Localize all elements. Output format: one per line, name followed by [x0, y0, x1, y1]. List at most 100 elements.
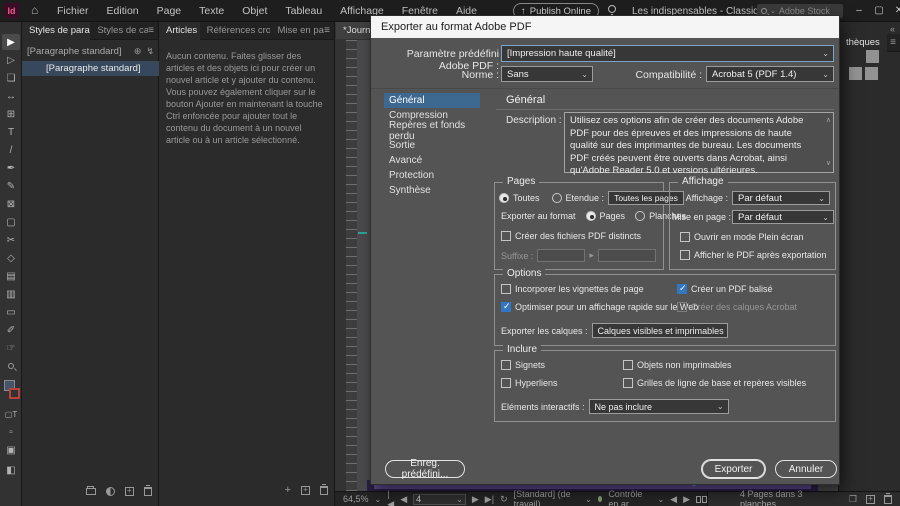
etendue-label[interactable]: Etendue :: [566, 193, 605, 203]
maximize-button[interactable]: ▢: [870, 0, 888, 20]
panel-menu-icon[interactable]: ≡: [148, 25, 154, 36]
content-collector-tool[interactable]: ⊞: [2, 106, 20, 122]
minimize-button[interactable]: –: [850, 0, 868, 20]
frame-tool[interactable]: ⊠: [2, 196, 20, 212]
type-tool[interactable]: T: [2, 124, 20, 140]
pages-radio-label[interactable]: Pages: [600, 211, 626, 221]
spread-view-icon[interactable]: [696, 495, 708, 503]
optimiser-web-checkbox[interactable]: [501, 301, 511, 312]
apply-none-icon[interactable]: ▫: [2, 424, 20, 440]
optimiser-web-label[interactable]: Optimiser pour un affichage rapide sur l…: [515, 302, 698, 312]
dialog-section-avance[interactable]: Avancé: [384, 153, 480, 168]
objets-non-imprimables-label[interactable]: Objets non imprimables: [637, 360, 732, 370]
first-page-button[interactable]: |◀: [387, 489, 394, 506]
direct-selection-tool[interactable]: ▷: [2, 52, 20, 68]
dialog-section-reperes[interactable]: Repères et fonds perdu: [384, 120, 480, 142]
panel-menu-icon[interactable]: ≡: [890, 37, 896, 48]
dialog-section-synthese[interactable]: Synthèse: [384, 183, 480, 198]
last-page-button[interactable]: ▶|: [485, 494, 494, 505]
preset-dropdown[interactable]: [Impression haute qualité] ⌄: [501, 45, 834, 62]
chevron-down-icon[interactable]: ⌄: [456, 495, 463, 504]
zoom-level[interactable]: 64,5%: [343, 494, 369, 504]
vignettes-checkbox[interactable]: [501, 284, 511, 294]
panel-menu-icon[interactable]: ≡: [324, 25, 330, 36]
signets-checkbox[interactable]: [501, 360, 511, 370]
objets-non-imprimables-checkbox[interactable]: [623, 360, 633, 370]
pdf-balise-checkbox[interactable]: [677, 283, 687, 294]
toutes-radio[interactable]: [499, 193, 509, 203]
library-thumbnail[interactable]: [849, 67, 862, 80]
trash-icon[interactable]: [320, 483, 328, 495]
note-tool[interactable]: ▭: [2, 304, 20, 320]
line-tool[interactable]: /: [2, 142, 20, 158]
trash-icon[interactable]: [884, 492, 892, 504]
pen-tool[interactable]: ✒: [2, 160, 20, 176]
hyperliens-checkbox[interactable]: [501, 378, 511, 388]
etendue-radio[interactable]: [551, 193, 562, 203]
elements-interactifs-dropdown[interactable]: Ne pas inclure ⌄: [588, 399, 729, 414]
chevron-down-icon[interactable]: ⌄: [375, 495, 382, 504]
dialog-section-general[interactable]: Général: [384, 93, 480, 108]
library-thumbnail[interactable]: [866, 50, 879, 63]
page-tool[interactable]: ❏: [2, 70, 20, 86]
next-error-button[interactable]: ▶: [683, 494, 690, 505]
hand-tool[interactable]: ☞: [2, 340, 20, 356]
prev-error-button[interactable]: ◀: [670, 494, 677, 505]
menu-fichier[interactable]: Fichier: [48, 0, 98, 22]
cancel-button[interactable]: Annuler: [775, 460, 837, 478]
library-thumbnail[interactable]: [865, 67, 878, 80]
chevron-down-icon[interactable]: ⌄: [585, 495, 592, 504]
trash-icon[interactable]: [144, 485, 152, 496]
pdf-distincts-checkbox[interactable]: [501, 231, 511, 241]
affichage-dropdown[interactable]: Par défaut ⌄: [732, 191, 830, 205]
prev-page-button[interactable]: ◀: [400, 494, 407, 505]
selection-tool[interactable]: ▶: [2, 34, 20, 50]
dialog-section-sortie[interactable]: Sortie: [384, 138, 480, 153]
close-button[interactable]: ✕: [890, 0, 900, 20]
plein-ecran-checkbox[interactable]: [680, 232, 690, 242]
new-page-icon[interactable]: [866, 494, 875, 504]
formatting-affects-icon[interactable]: ▢T: [2, 406, 20, 422]
toutes-label[interactable]: Toutes: [513, 193, 540, 203]
menu-edition[interactable]: Edition: [98, 0, 148, 22]
gradient-feather-tool[interactable]: ▥: [2, 286, 20, 302]
free-transform-tool[interactable]: ◇: [2, 250, 20, 266]
new-style-icon[interactable]: [125, 486, 134, 496]
add-article-icon[interactable]: +: [285, 484, 291, 496]
scroll-up-icon[interactable]: ∧: [826, 115, 831, 128]
pages-radio[interactable]: [585, 211, 596, 221]
norme-dropdown[interactable]: Sans ⌄: [501, 66, 593, 82]
style-override-icon[interactable]: ↯: [146, 46, 154, 57]
style-add-icon[interactable]: ⊕: [134, 46, 142, 57]
preflight-status[interactable]: Contrôle en ar: [608, 489, 651, 506]
color-group-icon[interactable]: [106, 487, 115, 496]
style-list-item-selected[interactable]: [Paragraphe standard]: [22, 61, 159, 76]
save-preset-button[interactable]: Enreg. prédéfini...: [385, 458, 465, 480]
afficher-apres-label[interactable]: Afficher le PDF après exportation: [694, 250, 826, 260]
menu-texte[interactable]: Texte: [190, 0, 233, 22]
edit-page-size-icon[interactable]: ❐: [849, 494, 857, 505]
folder-icon[interactable]: [86, 486, 96, 495]
menu-tableau[interactable]: Tableau: [276, 0, 331, 22]
tab-articles[interactable]: Articles: [159, 21, 200, 40]
tab-styles-paragraphe[interactable]: Styles de paragraphe: [22, 21, 91, 40]
plein-ecran-label[interactable]: Ouvrir en mode Plein écran: [694, 232, 804, 242]
lightbulb-icon[interactable]: [608, 5, 616, 17]
eyedropper-tool[interactable]: ✐: [2, 322, 20, 338]
page-number-box[interactable]: ⌄: [413, 493, 466, 505]
hyperliens-label[interactable]: Hyperliens: [515, 378, 558, 388]
zoom-tool[interactable]: [2, 358, 20, 374]
tab-bibliotheques[interactable]: thèques: [839, 33, 887, 52]
page-number-input[interactable]: [416, 494, 457, 504]
export-calques-dropdown[interactable]: Calques visibles et imprimables ⌄: [591, 323, 728, 338]
home-icon[interactable]: ⌂: [31, 3, 38, 17]
tab-references-croisees[interactable]: Références croi: [200, 22, 271, 40]
export-button[interactable]: Exporter: [702, 460, 765, 478]
grilles-checkbox[interactable]: [623, 378, 633, 388]
vignettes-label[interactable]: Incorporer les vignettes de page: [515, 284, 644, 294]
new-article-icon[interactable]: [301, 485, 310, 495]
scroll-down-icon[interactable]: ∨: [826, 158, 831, 171]
menu-objet[interactable]: Objet: [233, 0, 276, 22]
mise-en-page-dropdown[interactable]: Par défaut ⌄: [732, 210, 834, 224]
tab-styles-caractere[interactable]: Styles de caractè: [90, 22, 148, 40]
